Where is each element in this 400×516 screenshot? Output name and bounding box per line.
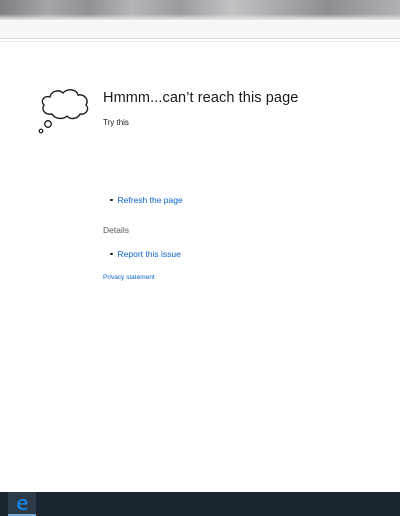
toolbar-divider: [0, 41, 400, 42]
details-heading[interactable]: Details: [103, 225, 129, 235]
browser-chrome-blurred: [0, 0, 400, 20]
taskbar: [0, 492, 400, 516]
privacy-statement-link[interactable]: Privacy statement: [103, 274, 155, 281]
bullet-dot: [110, 252, 113, 255]
details-item-report: Report this issue: [110, 249, 181, 259]
browser-toolbar: [0, 20, 400, 39]
suggestion-item-refresh: Refresh the page: [110, 195, 183, 205]
refresh-page-link[interactable]: Refresh the page: [118, 195, 183, 205]
error-subtitle: Try this: [103, 118, 129, 127]
thought-cloud-icon: [38, 89, 89, 134]
bullet-dot: [110, 198, 113, 201]
error-title: Hmmm...can’t reach this page: [103, 90, 299, 106]
browser-window: Hmmm...can’t reach this page Try this Re…: [0, 0, 400, 516]
edge-icon: [17, 498, 28, 511]
report-issue-link[interactable]: Report this issue: [118, 249, 181, 259]
taskbar-edge-button[interactable]: [8, 492, 36, 516]
